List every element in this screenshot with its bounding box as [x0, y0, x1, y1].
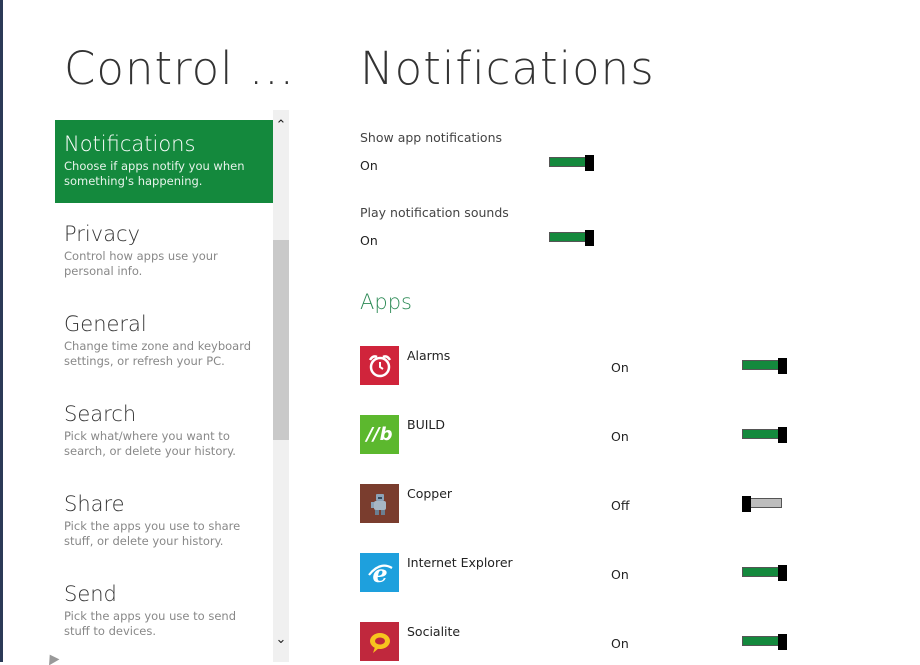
nav-item-title: Send — [64, 582, 117, 606]
app-row-alarms: Alarms On — [360, 346, 800, 386]
nav-item-description: Pick the apps you use to send stuff to d… — [64, 609, 236, 638]
play-notification-sounds-label: Play notification sounds — [360, 205, 509, 220]
toggle-knob — [742, 496, 751, 512]
app-name: Alarms — [407, 348, 451, 363]
show-app-notifications-toggle[interactable] — [549, 155, 595, 171]
alarm-clock-icon — [360, 346, 399, 385]
nav-item-notifications[interactable]: Notifications Choose if apps notify you … — [55, 120, 273, 203]
toggle-knob — [778, 358, 787, 374]
app-toggle-socialite[interactable] — [742, 634, 788, 650]
nav-item-title: Share — [64, 492, 125, 516]
app-state: On — [611, 567, 629, 582]
nav-item-title: Search — [64, 402, 137, 426]
nav-scrollbar[interactable]: ⌃ ⌄ — [273, 110, 289, 662]
toggle-track — [742, 360, 782, 370]
internet-explorer-icon: e — [360, 553, 399, 592]
toggle-knob — [585, 155, 594, 171]
app-toggle-build[interactable] — [742, 427, 788, 443]
show-app-notifications-state: On — [360, 158, 378, 173]
play-notification-sounds-state: On — [360, 233, 378, 248]
app-state: On — [611, 429, 629, 444]
app-toggle-copper[interactable] — [742, 496, 788, 512]
app-row-socialite: Socialite On — [360, 622, 800, 662]
nav-item-share[interactable]: Share Pick the apps you use to share stu… — [55, 480, 273, 570]
toggle-track — [742, 429, 782, 439]
nav-item-send[interactable]: Send Pick the apps you use to send stuff… — [55, 570, 273, 660]
toggle-track — [742, 567, 782, 577]
toggle-track — [742, 636, 782, 646]
build-icon: //b — [360, 415, 399, 454]
app-name: Copper — [407, 486, 453, 501]
nav-item-description: Choose if apps notify you when something… — [64, 159, 245, 188]
app-row-build: //b BUILD On — [360, 415, 800, 455]
nav-item-general[interactable]: General Change time zone and keyboard se… — [55, 300, 273, 390]
toggle-track — [549, 232, 589, 242]
play-notification-sounds-toggle[interactable] — [549, 230, 595, 246]
app-toggle-alarms[interactable] — [742, 358, 788, 374]
chevron-down-icon[interactable]: ⌄ — [273, 632, 289, 648]
scrollbar-thumb[interactable] — [273, 240, 289, 440]
apps-heading: Apps — [360, 290, 412, 314]
app-state: On — [611, 360, 629, 375]
app-row-internet-explorer: e Internet Explorer On — [360, 553, 800, 593]
app-name: BUILD — [407, 417, 446, 432]
nav-item-search[interactable]: Search Pick what/where you want to searc… — [55, 390, 273, 480]
nav-item-description: Change time zone and keyboard settings, … — [64, 339, 252, 368]
page-title: Notifications — [360, 42, 655, 95]
app-row-copper: Copper Off — [360, 484, 800, 524]
control-panel-title: Control ... — [64, 42, 295, 95]
svg-text:e: e — [372, 559, 387, 587]
toggle-knob — [585, 230, 594, 246]
app-name: Internet Explorer — [407, 555, 513, 570]
app-state: On — [611, 636, 629, 651]
toggle-knob — [778, 565, 787, 581]
nav-item-privacy[interactable]: Privacy Control how apps use your person… — [55, 210, 273, 300]
app-toggle-internet-explorer[interactable] — [742, 565, 788, 581]
show-app-notifications-label: Show app notifications — [360, 130, 503, 145]
chevron-up-icon[interactable]: ⌃ — [273, 118, 289, 134]
toggle-track — [549, 157, 589, 167]
toggle-knob — [778, 427, 787, 443]
nav-item-title: General — [64, 312, 147, 336]
socialite-icon — [360, 622, 399, 661]
nav-item-title: Privacy — [64, 222, 141, 246]
nav-item-description: Pick the apps you use to share stuff, or… — [64, 519, 241, 548]
app-name: Socialite — [407, 624, 461, 639]
nav-item-description: Pick what/where you want to search, or d… — [64, 429, 236, 458]
settings-nav: Notifications Choose if apps notify you … — [55, 120, 273, 662]
copper-robot-icon — [360, 484, 399, 523]
window-frame-edge — [0, 0, 3, 662]
toggle-knob — [778, 634, 787, 650]
app-state: Off — [611, 498, 630, 513]
nav-item-description: Control how apps use your personal info. — [64, 249, 218, 278]
nav-item-title: Notifications — [64, 132, 196, 156]
